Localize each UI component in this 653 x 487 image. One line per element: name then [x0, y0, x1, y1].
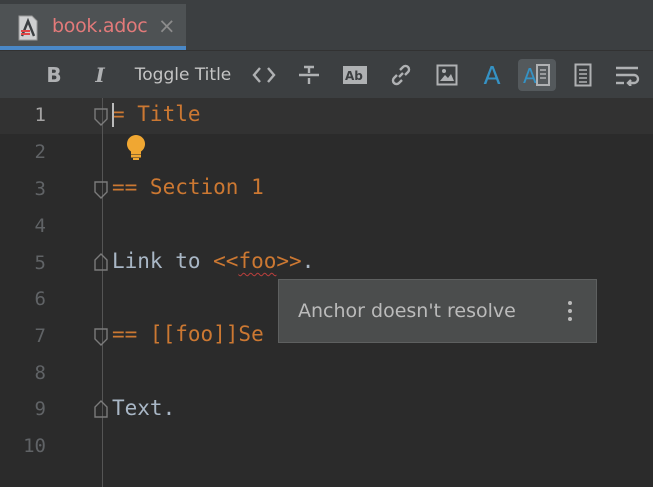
asciidoc-toolbar: B I Toggle Title Ab A A [0, 51, 653, 99]
fold-close-icon[interactable] [93, 400, 109, 418]
error-tooltip: Anchor doesn't resolve [278, 279, 597, 343]
editor-tab-bar: book.adoc × [0, 0, 653, 51]
line-number: 7 [34, 325, 46, 347]
link-button[interactable] [386, 59, 416, 91]
code-line-5: Link to <<foo>>. [112, 249, 314, 273]
editor-preview-split-icon: A [523, 64, 550, 87]
soft-wrap-button[interactable] [612, 59, 644, 91]
font-button[interactable]: A [477, 59, 507, 91]
tab-label: book.adoc [52, 15, 148, 37]
line-number: 5 [34, 252, 46, 274]
xref-open: << [213, 249, 239, 273]
asciidoc-file-icon [16, 15, 40, 41]
font-icon: A [483, 60, 501, 90]
toggle-title-label: Toggle Title [134, 65, 232, 85]
line-number: 10 [23, 435, 46, 457]
image-button[interactable] [432, 59, 462, 91]
link-icon [391, 64, 411, 86]
period: . [301, 249, 315, 273]
line-number: 2 [34, 141, 46, 163]
line-number: 4 [34, 215, 46, 237]
svg-text:A: A [523, 64, 537, 87]
line-number: 8 [34, 362, 46, 384]
code-icon [252, 67, 276, 83]
bold-button[interactable]: B [40, 59, 68, 91]
fold-open-icon[interactable] [93, 181, 109, 199]
toggle-title-button[interactable]: Toggle Title [130, 59, 236, 91]
line-number: 1 [34, 104, 46, 126]
image-icon [436, 64, 458, 86]
code-line-3: == Section 1 [112, 175, 264, 199]
link-text: Link to [112, 249, 214, 273]
fold-open-icon[interactable] [93, 328, 109, 346]
italic-button[interactable]: I [86, 59, 114, 91]
text-caret [112, 103, 114, 127]
tab-book-adoc[interactable]: book.adoc × [0, 4, 186, 50]
preview-only-icon [574, 63, 592, 87]
italic-icon: I [95, 63, 105, 87]
line-number: 9 [34, 398, 46, 420]
code-button[interactable] [249, 59, 279, 91]
line-number: 6 [34, 288, 46, 310]
svg-text:Ab: Ab [345, 69, 363, 83]
editor-preview-split-button[interactable]: A [518, 59, 556, 91]
strikethrough-icon [299, 65, 319, 84]
fold-close-icon[interactable] [93, 253, 109, 271]
mark-text-button[interactable]: Ab [340, 59, 370, 91]
close-icon[interactable]: × [158, 14, 176, 38]
preview-only-button[interactable] [568, 59, 598, 91]
tooltip-message: Anchor doesn't resolve [298, 300, 516, 322]
code-line-9: Text. [112, 396, 176, 420]
code-line-1: = Title [112, 102, 201, 126]
bold-icon: B [46, 63, 62, 87]
lightbulb-icon[interactable] [125, 134, 147, 164]
fold-open-icon[interactable] [93, 108, 109, 126]
xref-close: >> [276, 249, 302, 273]
strikethrough-button[interactable] [295, 59, 323, 91]
more-vertical-icon[interactable] [568, 301, 576, 325]
line-number: 3 [34, 178, 46, 200]
unresolved-anchor[interactable]: foo [238, 249, 276, 273]
soft-wrap-icon [616, 66, 640, 86]
mark-text-icon: Ab [343, 66, 367, 84]
code-line-7: == [[foo]]Se [112, 322, 264, 346]
